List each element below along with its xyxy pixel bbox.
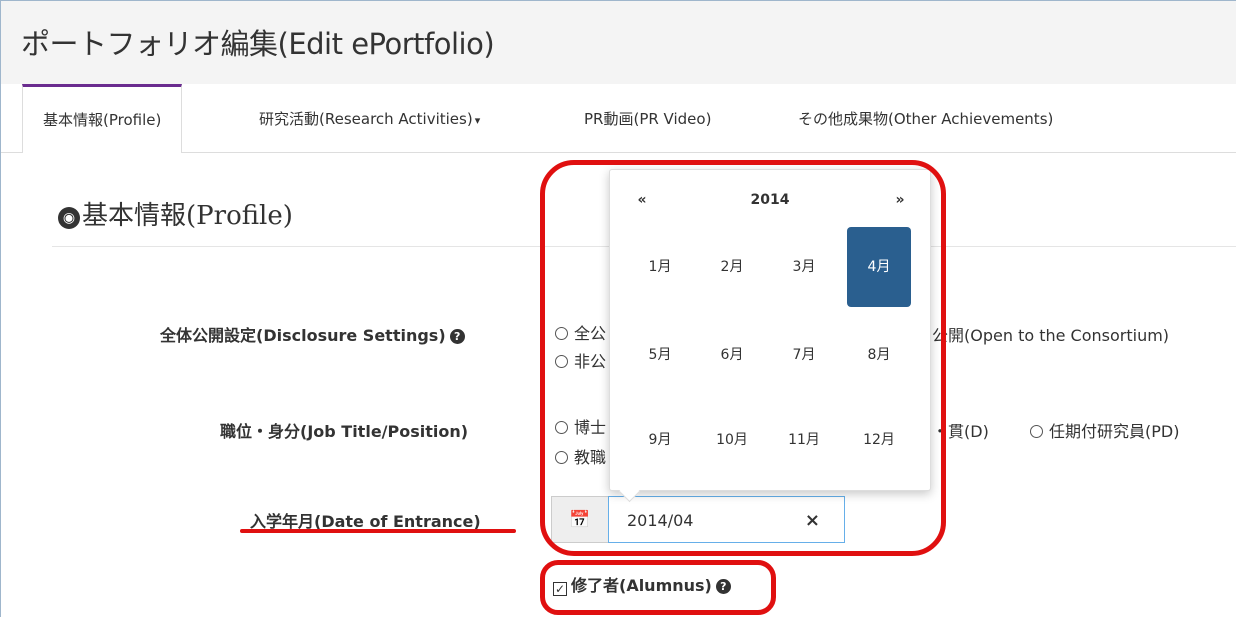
- tab-pr-video-label: PR動画(PR Video): [584, 110, 712, 128]
- position-option-pd[interactable]: 任期付研究員(PD): [1030, 418, 1179, 442]
- tab-research-label: 研究活動(Research Activities): [259, 110, 473, 128]
- tab-other-label: その他成果物(Other Achievements): [798, 110, 1054, 128]
- annotation-box-datepicker: [540, 160, 946, 556]
- help-icon[interactable]: ?: [449, 329, 465, 344]
- section-title-text: 基本情報(Profile): [82, 201, 293, 231]
- disclosure-option-consortium-label: 公開(Open to the Consortium): [932, 326, 1170, 345]
- tab-pr-video[interactable]: PR動画(PR Video): [584, 84, 711, 152]
- disclosure-option-consortium[interactable]: 公開(Open to the Consortium): [932, 322, 1169, 346]
- tab-other-achievements[interactable]: その他成果物(Other Achievements): [798, 84, 1053, 152]
- tab-research-activities[interactable]: 研究活動(Research Activities) ▾: [259, 84, 480, 152]
- disclosure-label: 全体公開設定(Disclosure Settings)?: [160, 322, 465, 346]
- section-title: ◉ 基本情報(Profile): [58, 195, 293, 232]
- page-title: ポートフォリオ編集(Edit ePortfolio): [21, 27, 495, 61]
- tab-profile-label: 基本情報(Profile): [43, 111, 162, 129]
- caret-down-icon: ▾: [474, 114, 481, 127]
- disclosure-label-text: 全体公開設定(Disclosure Settings): [160, 326, 446, 345]
- globe-icon: ◉: [58, 207, 80, 229]
- tab-profile[interactable]: 基本情報(Profile): [22, 84, 183, 153]
- position-label: 職位・身分(Job Title/Position): [220, 422, 469, 441]
- annotation-box-alumnus: [540, 560, 776, 615]
- tab-bar: 基本情報(Profile) 研究活動(Research Activities) ▾…: [1, 84, 1236, 153]
- position-option-pd-label: 任期付研究員(PD): [1049, 422, 1180, 441]
- radio-circle[interactable]: [1030, 425, 1043, 438]
- title-bar: ポートフォリオ編集(Edit ePortfolio): [1, 1, 1236, 85]
- annotation-underline: [240, 529, 516, 533]
